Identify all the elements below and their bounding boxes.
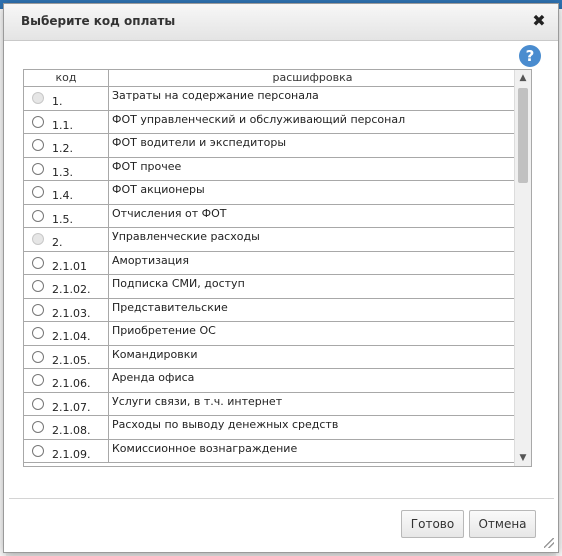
description-cell: Расходы по выводу денежных средств: [112, 418, 339, 431]
description-cell: Отчисления от ФОТ: [112, 206, 227, 220]
table-row[interactable]: 1.4. ФОТ акционеры: [24, 181, 516, 205]
code-text: 2.1.08.: [52, 424, 91, 437]
code-text: 2.: [52, 236, 63, 249]
table-row[interactable]: 2.1.07. Услуги связи, в т.ч. интернет: [24, 392, 516, 416]
table-row[interactable]: 1.5. Отчисления от ФОТ: [24, 204, 516, 228]
code-text: 1.2.: [52, 142, 73, 155]
code-cell: 2.1.01: [24, 251, 109, 274]
code-text: 1.5.: [52, 212, 73, 226]
table-row[interactable]: 1.3. ФОТ прочее: [24, 157, 516, 181]
code-text: 2.1.07.: [52, 400, 91, 414]
description-cell: Подписка СМИ, доступ: [112, 277, 245, 290]
description-cell: ФОТ прочее: [112, 159, 182, 173]
scroll-up-icon[interactable]: ▲: [515, 70, 531, 86]
code-text: 1.4.: [52, 189, 73, 202]
grid-body: 1. Затраты на содержание персонала 1.1. ФОТ…: [24, 87, 516, 463]
code-cell: 1.2.: [24, 134, 109, 157]
table-row[interactable]: 1.2. ФОТ водители и экспедиторы: [24, 134, 516, 158]
row-radio[interactable]: [32, 327, 44, 339]
description-cell: Затраты на содержание персонала: [112, 89, 319, 102]
code-text: 1.1.: [52, 118, 73, 132]
table-row[interactable]: 2.1.04. Приобретение ОС: [24, 322, 516, 346]
row-radio[interactable]: [32, 374, 44, 386]
table-row[interactable]: 1.1. ФОТ управленческий и обслуживающий п…: [24, 110, 516, 134]
code-cell: 1.1.: [24, 110, 109, 133]
payment-code-grid: код расшифровка 1. Затраты на содержание …: [23, 69, 532, 467]
code-text: 2.1.06.: [52, 377, 91, 390]
code-text: 2.1.02.: [52, 283, 91, 296]
code-cell: 2.: [24, 228, 109, 251]
row-radio[interactable]: [32, 444, 44, 457]
scroll-thumb[interactable]: [518, 88, 528, 183]
code-text: 1.3.: [52, 165, 73, 179]
dialog-title: Выберите код оплаты: [21, 14, 176, 28]
table-row[interactable]: 2.1.03. Представительские: [24, 298, 516, 322]
row-radio[interactable]: [32, 256, 44, 269]
description-cell: Представительские: [112, 300, 228, 314]
code-cell: 2.1.07.: [24, 392, 109, 415]
row-radio[interactable]: [32, 209, 44, 222]
resize-grip-icon[interactable]: [544, 538, 554, 548]
description-cell: Комиссионное вознаграждение: [112, 441, 298, 455]
row-radio[interactable]: [32, 397, 44, 410]
description-cell: Услуги связи, в т.ч. интернет: [112, 394, 283, 408]
column-header-description[interactable]: расшифровка: [109, 70, 516, 86]
done-button[interactable]: Готово: [401, 510, 464, 538]
row-radio[interactable]: [32, 350, 44, 363]
code-cell: 1.: [24, 87, 109, 110]
code-cell: 2.1.05.: [24, 345, 109, 368]
footer-divider: [9, 498, 554, 499]
row-radio[interactable]: [32, 162, 44, 175]
table-row[interactable]: 2.1.06. Аренда офиса: [24, 369, 516, 393]
grid-header: код расшифровка: [24, 70, 516, 87]
code-cell: 2.1.04.: [24, 322, 109, 345]
table-row[interactable]: 2.1.09. Комиссионное вознаграждение: [24, 439, 516, 463]
code-cell: 2.1.09.: [24, 439, 109, 462]
row-radio[interactable]: [32, 139, 44, 151]
description-cell: Управленческие расходы: [112, 230, 260, 243]
code-cell: 2.1.03.: [24, 298, 109, 321]
scroll-down-icon[interactable]: ▼: [515, 450, 531, 466]
code-text: 2.1.04.: [52, 330, 91, 343]
table-row[interactable]: 2. Управленческие расходы: [24, 228, 516, 252]
row-radio: [32, 92, 44, 104]
table-row[interactable]: 1. Затраты на содержание персонала: [24, 87, 516, 111]
row-radio[interactable]: [32, 115, 44, 128]
row-radio[interactable]: [32, 280, 44, 292]
code-cell: 2.1.06.: [24, 369, 109, 392]
code-text: 1.: [52, 95, 63, 108]
description-cell: Амортизация: [112, 253, 189, 267]
table-row[interactable]: 2.1.01 Амортизация: [24, 251, 516, 275]
code-cell: 1.5.: [24, 204, 109, 227]
description-cell: ФОТ управленческий и обслуживающий персо…: [112, 112, 406, 126]
row-radio[interactable]: [32, 421, 44, 433]
row-radio[interactable]: [32, 186, 44, 198]
table-row[interactable]: 2.1.02. Подписка СМИ, доступ: [24, 275, 516, 299]
description-cell: ФОТ водители и экспедиторы: [112, 136, 287, 149]
close-icon[interactable]: ✖: [532, 13, 546, 29]
code-text: 2.1.01: [52, 259, 87, 273]
table-row[interactable]: 2.1.08. Расходы по выводу денежных средст…: [24, 416, 516, 440]
row-radio: [32, 233, 44, 245]
description-cell: ФОТ акционеры: [112, 183, 205, 196]
description-cell: Аренда офиса: [112, 371, 195, 384]
table-row[interactable]: 2.1.05. Командировки: [24, 345, 516, 369]
row-radio[interactable]: [32, 303, 44, 316]
payment-code-dialog: Выберите код оплаты ✖ ? код расшифровка …: [3, 3, 559, 553]
column-header-code[interactable]: код: [24, 70, 109, 86]
code-text: 2.1.05.: [52, 353, 91, 367]
code-text: 2.1.09.: [52, 447, 91, 461]
code-text: 2.1.03.: [52, 306, 91, 320]
code-cell: 1.3.: [24, 157, 109, 180]
code-cell: 2.1.02.: [24, 275, 109, 298]
dialog-titlebar[interactable]: Выберите код оплаты ✖: [4, 4, 558, 41]
code-cell: 1.4.: [24, 181, 109, 204]
code-cell: 2.1.08.: [24, 416, 109, 439]
vertical-scrollbar[interactable]: ▲ ▼: [514, 70, 531, 466]
description-cell: Командировки: [112, 347, 198, 361]
cancel-button[interactable]: Отмена: [469, 510, 536, 538]
description-cell: Приобретение ОС: [112, 324, 216, 337]
help-icon[interactable]: ?: [519, 45, 541, 67]
